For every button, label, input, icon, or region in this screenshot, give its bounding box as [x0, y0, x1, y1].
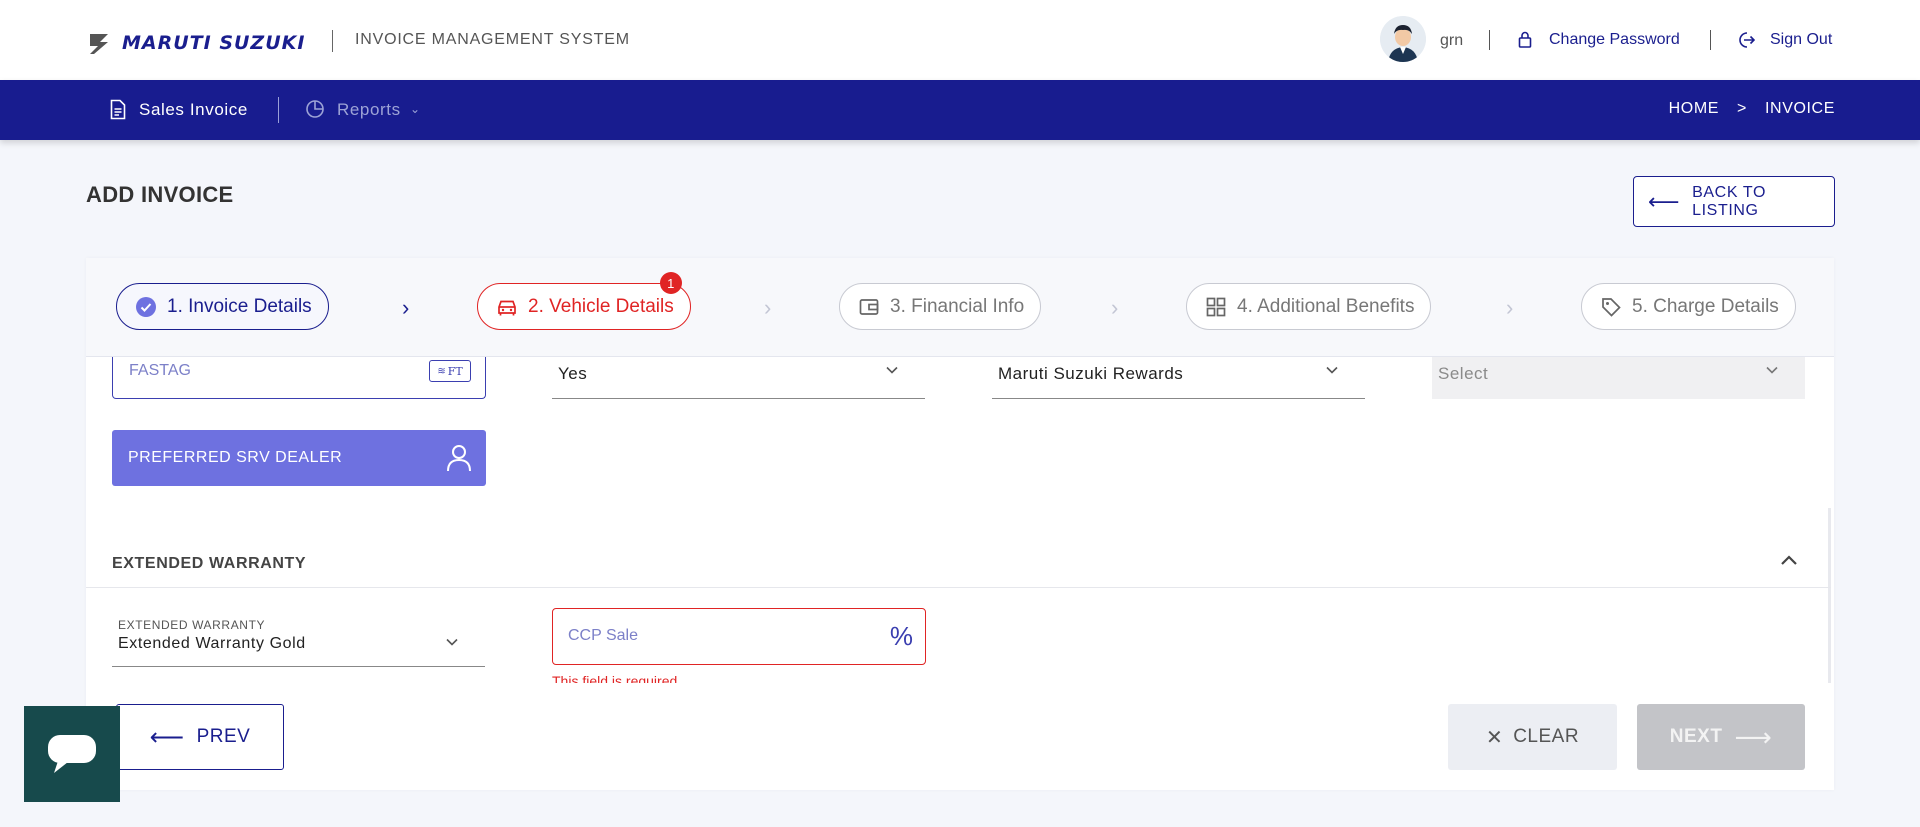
avatar[interactable] — [1380, 16, 1426, 62]
brand-name: MARUTI SUZUKI — [122, 32, 306, 54]
extended-warranty-select[interactable]: EXTENDED WARRANTY Extended Warranty Gold — [112, 611, 485, 667]
sign-out-link[interactable]: Sign Out — [1770, 31, 1832, 49]
brand-logo[interactable]: MARUTI SUZUKI — [86, 30, 305, 56]
divider — [1710, 30, 1711, 50]
field-label: EXTENDED WARRANTY — [118, 618, 266, 632]
step-label: 1. Invoice Details — [167, 295, 312, 317]
step-label: 3. Financial Info — [890, 295, 1025, 317]
select-dropdown-1[interactable]: Yes — [552, 357, 925, 399]
tag-icon — [1602, 297, 1621, 317]
chevron-down-icon — [886, 366, 898, 374]
chevron-down-icon — [1326, 366, 1338, 374]
breadcrumb-invoice: INVOICE — [1765, 100, 1835, 117]
next-button[interactable]: NEXT ⟶ — [1637, 704, 1805, 770]
step-financial-info[interactable]: 3. Financial Info — [839, 283, 1042, 330]
step-vehicle-details[interactable]: 2. Vehicle Details 1 — [477, 272, 691, 330]
invoice-card: 1. Invoice Details › 2. Vehicle Details … — [86, 258, 1834, 790]
app-name: INVOICE MANAGEMENT SYSTEM — [355, 31, 630, 48]
chevron-down-icon — [1766, 366, 1778, 374]
top-header: MARUTI SUZUKI INVOICE MANAGEMENT SYSTEM … — [0, 0, 1920, 80]
close-icon: ✕ — [1485, 726, 1504, 749]
select-dropdown-3: Select — [1432, 357, 1805, 399]
person-icon — [447, 445, 471, 472]
section-title: EXTENDED WARRANTY — [112, 555, 307, 572]
percent-icon: % — [889, 621, 913, 651]
fastag-placeholder: FASTAG — [129, 362, 191, 379]
grid-icon — [1206, 297, 1226, 316]
chevron-right-icon: › — [1506, 295, 1514, 320]
divider — [1489, 30, 1490, 50]
step-label: 4. Additional Benefits — [1237, 295, 1415, 317]
user-avatar-icon — [1380, 16, 1426, 62]
chevron-right-icon: › — [402, 295, 410, 320]
select-value: Maruti Suzuki Rewards — [998, 364, 1184, 383]
check-circle-icon — [136, 296, 156, 317]
breadcrumb-home[interactable]: HOME — [1669, 100, 1719, 118]
fastag-icon: ≋ FT — [429, 360, 471, 382]
nav-reports[interactable]: Reports — [337, 100, 401, 120]
back-to-listing-button[interactable]: ⟵ BACK TO LISTING — [1633, 176, 1835, 227]
car-icon — [498, 300, 516, 315]
select-dropdown-2[interactable]: Maruti Suzuki Rewards — [992, 357, 1365, 399]
wallet-icon — [859, 298, 879, 315]
arrow-left-icon: ⟵ — [1648, 188, 1681, 214]
chat-widget-button[interactable] — [24, 706, 120, 802]
lock-icon — [1518, 31, 1532, 48]
breadcrumb: HOME > INVOICE — [1669, 100, 1835, 118]
preferred-srv-dealer-label: PREFERRED SRV DEALER — [128, 449, 343, 466]
stepper: 1. Invoice Details › 2. Vehicle Details … — [86, 258, 1834, 357]
step-invoice-details[interactable]: 1. Invoice Details — [116, 283, 329, 330]
breadcrumb-separator: > — [1737, 100, 1747, 117]
document-icon — [110, 99, 126, 120]
chevron-right-icon: › — [1111, 295, 1119, 320]
clear-button[interactable]: ✕ CLEAR — [1448, 704, 1617, 770]
username: grn — [1440, 32, 1464, 49]
nav-sales-invoice[interactable]: Sales Invoice — [139, 100, 248, 120]
step-additional-benefits[interactable]: 4. Additional Benefits — [1186, 283, 1432, 330]
prev-button[interactable]: ⟵ PREV — [116, 704, 284, 770]
select-value: Select — [1438, 364, 1489, 383]
ccp-sale-input[interactable]: CCP Sale % — [552, 608, 926, 665]
chevron-down-icon[interactable]: ⌄ — [410, 102, 420, 116]
main-nav: Sales Invoice Reports ⌄ HOME > INVOICE — [0, 80, 1920, 140]
chevron-right-icon: › — [764, 295, 772, 320]
ccp-placeholder: CCP Sale — [568, 627, 638, 644]
page-title: ADD INVOICE — [86, 182, 234, 207]
select-value: Extended Warranty Gold — [118, 635, 306, 652]
fastag-field[interactable]: FASTAG ≋ FT — [112, 357, 486, 399]
arrow-right-icon: ⟶ — [1734, 721, 1773, 752]
sign-out-icon — [1739, 32, 1755, 48]
prev-label: PREV — [196, 726, 251, 747]
vehicle-details-form: FASTAG ≋ FT Yes Maruti Suzuki Rewards Sel… — [86, 357, 1834, 683]
clear-label: CLEAR — [1513, 726, 1580, 747]
preferred-srv-dealer-button[interactable]: PREFERRED SRV DEALER — [112, 430, 486, 486]
section-divider — [86, 587, 1831, 588]
error-message: This field is required — [552, 673, 678, 683]
form-footer: ⟵ PREV ✕ CLEAR NEXT ⟶ — [86, 683, 1834, 790]
nav-divider — [278, 97, 279, 123]
extended-warranty-section: EXTENDED WARRANTY EXTENDED WARRANTY Exte… — [86, 508, 1831, 683]
chat-bubble-icon — [48, 735, 96, 773]
change-password-link[interactable]: Change Password — [1549, 31, 1680, 49]
back-to-listing-label: BACK TO LISTING — [1692, 183, 1766, 219]
arrow-left-icon: ⟵ — [149, 723, 185, 751]
pie-chart-icon — [306, 100, 324, 118]
step-label: 5. Charge Details — [1632, 295, 1779, 317]
chevron-down-icon — [446, 638, 458, 646]
header-divider — [332, 30, 333, 52]
step-charge-details[interactable]: 5. Charge Details — [1581, 283, 1796, 330]
step-label: 2. Vehicle Details — [528, 295, 674, 317]
chevron-up-icon[interactable] — [1780, 553, 1798, 567]
select-value: Yes — [558, 364, 588, 383]
next-label: NEXT — [1669, 726, 1723, 747]
suzuki-logo-icon — [90, 34, 108, 54]
error-count-badge: 1 — [659, 272, 682, 294]
